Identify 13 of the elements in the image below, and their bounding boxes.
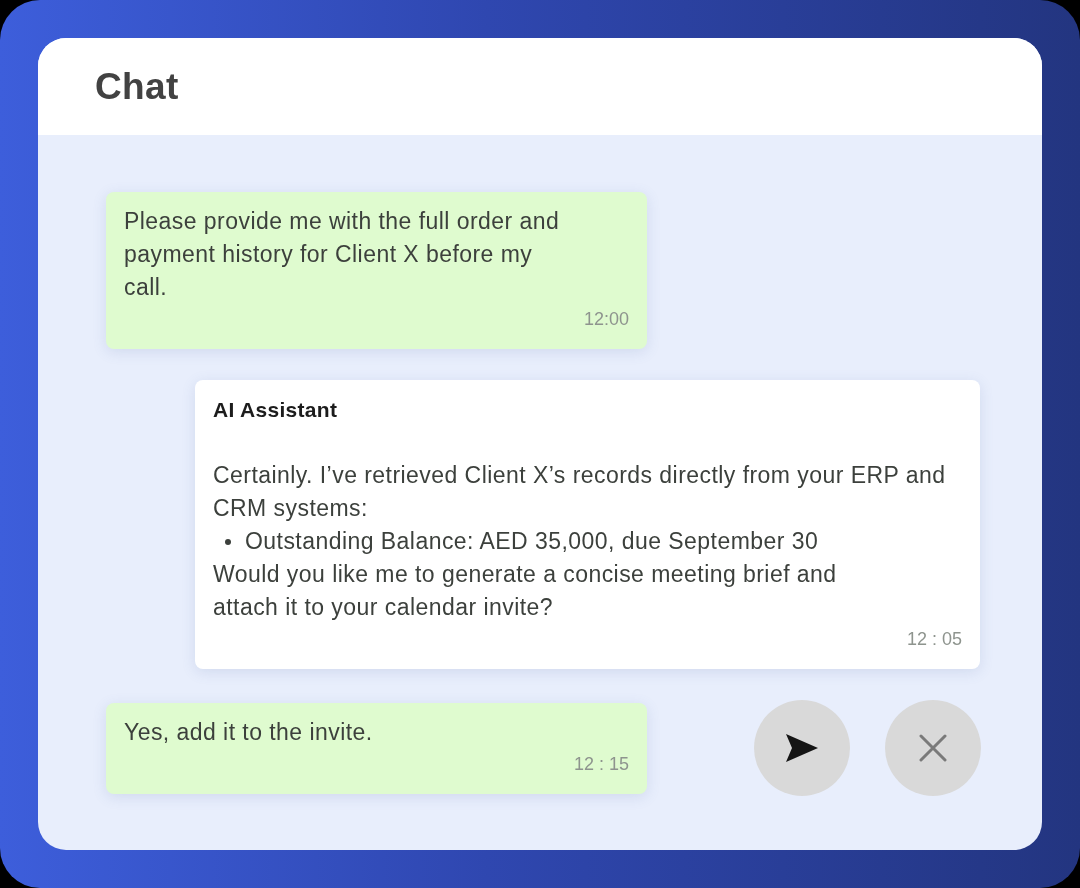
chat-title: Chat: [95, 65, 179, 108]
send-icon: [786, 734, 818, 762]
message-time: 12 : 05: [906, 629, 962, 649]
sender-name: AI Assistant: [213, 397, 338, 423]
message-time: 12 : 15: [573, 753, 629, 774]
bullet-icon: [225, 538, 231, 545]
message-text: Would you like me to generate a concise meeting brief and attach it to your calendar invite?: [213, 560, 838, 622]
message-text: Please provide me with the full order and payment history for Client X before my call.: [124, 207, 561, 302]
message-text: Certainly. I’ve retrieved Client X’s records directly from your ERP and CRM systems:: [213, 461, 947, 523]
close-icon: [919, 734, 947, 762]
message-text: Yes, add it to the invite.: [124, 717, 374, 747]
list-item-text: Outstanding Balance: AED 35,000, due September 30: [245, 527, 819, 556]
message-time: 12:00: [583, 309, 629, 329]
